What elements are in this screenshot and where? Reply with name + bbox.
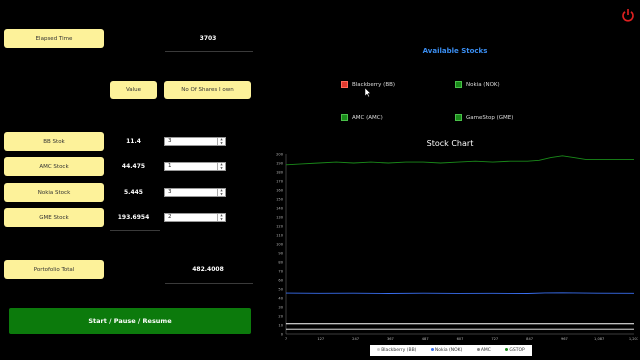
x-tick-label: 127 [317,337,324,341]
y-tick-label: 50 [278,287,283,291]
legend-item-amc: AMC [476,348,491,353]
y-tick-label: 120 [276,224,284,228]
x-tick-label: 607 [457,337,464,341]
y-tick-label: 130 [276,215,284,219]
mouse-cursor-icon [365,88,371,97]
checkbox-label: Blackberry (BB) [352,81,396,88]
stock-value-nokia: 5.445 [124,189,143,196]
checkbox-box[interactable] [455,114,462,121]
divider [110,230,160,231]
stock-label-nokia: Nokia Stock [4,183,104,202]
x-tick-label: 727 [491,337,498,341]
shares-input-amc[interactable]: 1 ▲ ▼ [164,162,226,171]
y-tick-label: 10 [278,323,283,327]
checkbox-label: Nokia (NOK) [466,81,500,88]
stock-value-gme: 193.6954 [117,214,150,221]
y-tick-label: 70 [278,269,283,273]
y-tick-label: 80 [278,260,283,264]
stock-value-bb: 11.4 [126,138,141,145]
stock-label-gme: GME Stock [4,208,104,227]
legend-item-nokia: Nokia (NOK) [430,348,462,353]
checkbox-nokia[interactable]: Nokia (NOK) [455,81,500,88]
y-tick-label: 150 [276,197,284,201]
x-tick-label: 487 [422,337,429,341]
stock-label-bb: BB Stok [4,132,104,151]
start-pause-resume-button[interactable]: Start / Pause / Resume [9,308,251,334]
x-tick-label: 7 [285,337,287,341]
checkbox-label: AMC (AMC) [352,114,383,121]
series-line-1 [285,292,635,294]
series-line-3 [285,155,634,166]
power-icon[interactable] [621,8,635,22]
y-tick-label: 110 [276,233,284,237]
x-tick-label: 847 [526,337,533,341]
y-tick-label: 0 [281,332,284,336]
y-tick-label: 90 [278,251,283,255]
portfolio-total-label: Portofolio Total [4,260,104,279]
x-tick-label: 1,087 [594,337,604,341]
divider [165,283,253,284]
available-stocks-title: Available Stocks [422,47,488,55]
checkbox-blackberry[interactable]: Blackberry (BB) [341,81,395,88]
chart-title: Stock Chart [426,139,474,148]
y-tick-label: 190 [276,161,284,165]
stock-value-amc: 44.475 [121,163,146,170]
portfolio-total-value: 482.4008 [192,266,224,273]
shares-input-bb[interactable]: 3 ▲ ▼ [164,137,226,146]
value-column-header: Value [110,81,157,99]
x-tick-label: 367 [387,337,394,341]
shares-column-header: No Of Shares I own [164,81,251,99]
y-tick-label: 30 [278,305,283,309]
legend-item-gstop: GSTOP [505,348,525,353]
stepper-arrows-icon[interactable]: ▲ ▼ [217,162,225,170]
shares-input-nokia[interactable]: 3 ▲ ▼ [164,188,226,197]
legend-item-bb: Blackberry (BB) [377,348,416,353]
x-tick-label: 1,207 [629,337,638,341]
elapsed-time-label: Elapsed Time [4,29,104,48]
checkbox-gamestop[interactable]: GameStop (GME) [455,114,513,121]
stock-chart: 0 10 20 30 40 50 60 70 80 90 100 110 120 130 140 150 160… [276,152,638,341]
shares-input-gme[interactable]: 2 ▲ ▼ [164,213,226,222]
checkbox-box[interactable] [341,114,348,121]
y-tick-label: 100 [276,242,284,246]
elapsed-time-value: 3703 [199,35,217,42]
y-tick-label: 60 [278,278,283,282]
checkbox-box[interactable] [455,81,462,88]
y-tick-label: 20 [278,314,283,318]
checkbox-label: GameStop (GME) [466,114,514,121]
stepper-arrows-icon[interactable]: ▲ ▼ [217,213,225,221]
y-tick-label: 140 [276,206,284,210]
y-tick-label: 200 [276,152,284,156]
y-tick-label: 180 [276,170,284,174]
x-tick-label: 247 [352,337,359,341]
x-tick-label: 967 [561,337,568,341]
chart-legend: Blackberry (BB) Nokia (NOK) AMC GSTOP [370,345,532,356]
checkbox-box[interactable] [341,81,348,88]
checkbox-amc[interactable]: AMC (AMC) [341,114,383,121]
y-tick-label: 40 [278,296,283,300]
divider [165,51,253,52]
stepper-arrows-icon[interactable]: ▲ ▼ [217,137,225,145]
stock-label-amc: AMC Stock [4,157,104,176]
stepper-arrows-icon[interactable]: ▲ ▼ [217,188,225,196]
y-tick-label: 170 [276,179,284,183]
y-tick-label: 160 [276,188,284,192]
